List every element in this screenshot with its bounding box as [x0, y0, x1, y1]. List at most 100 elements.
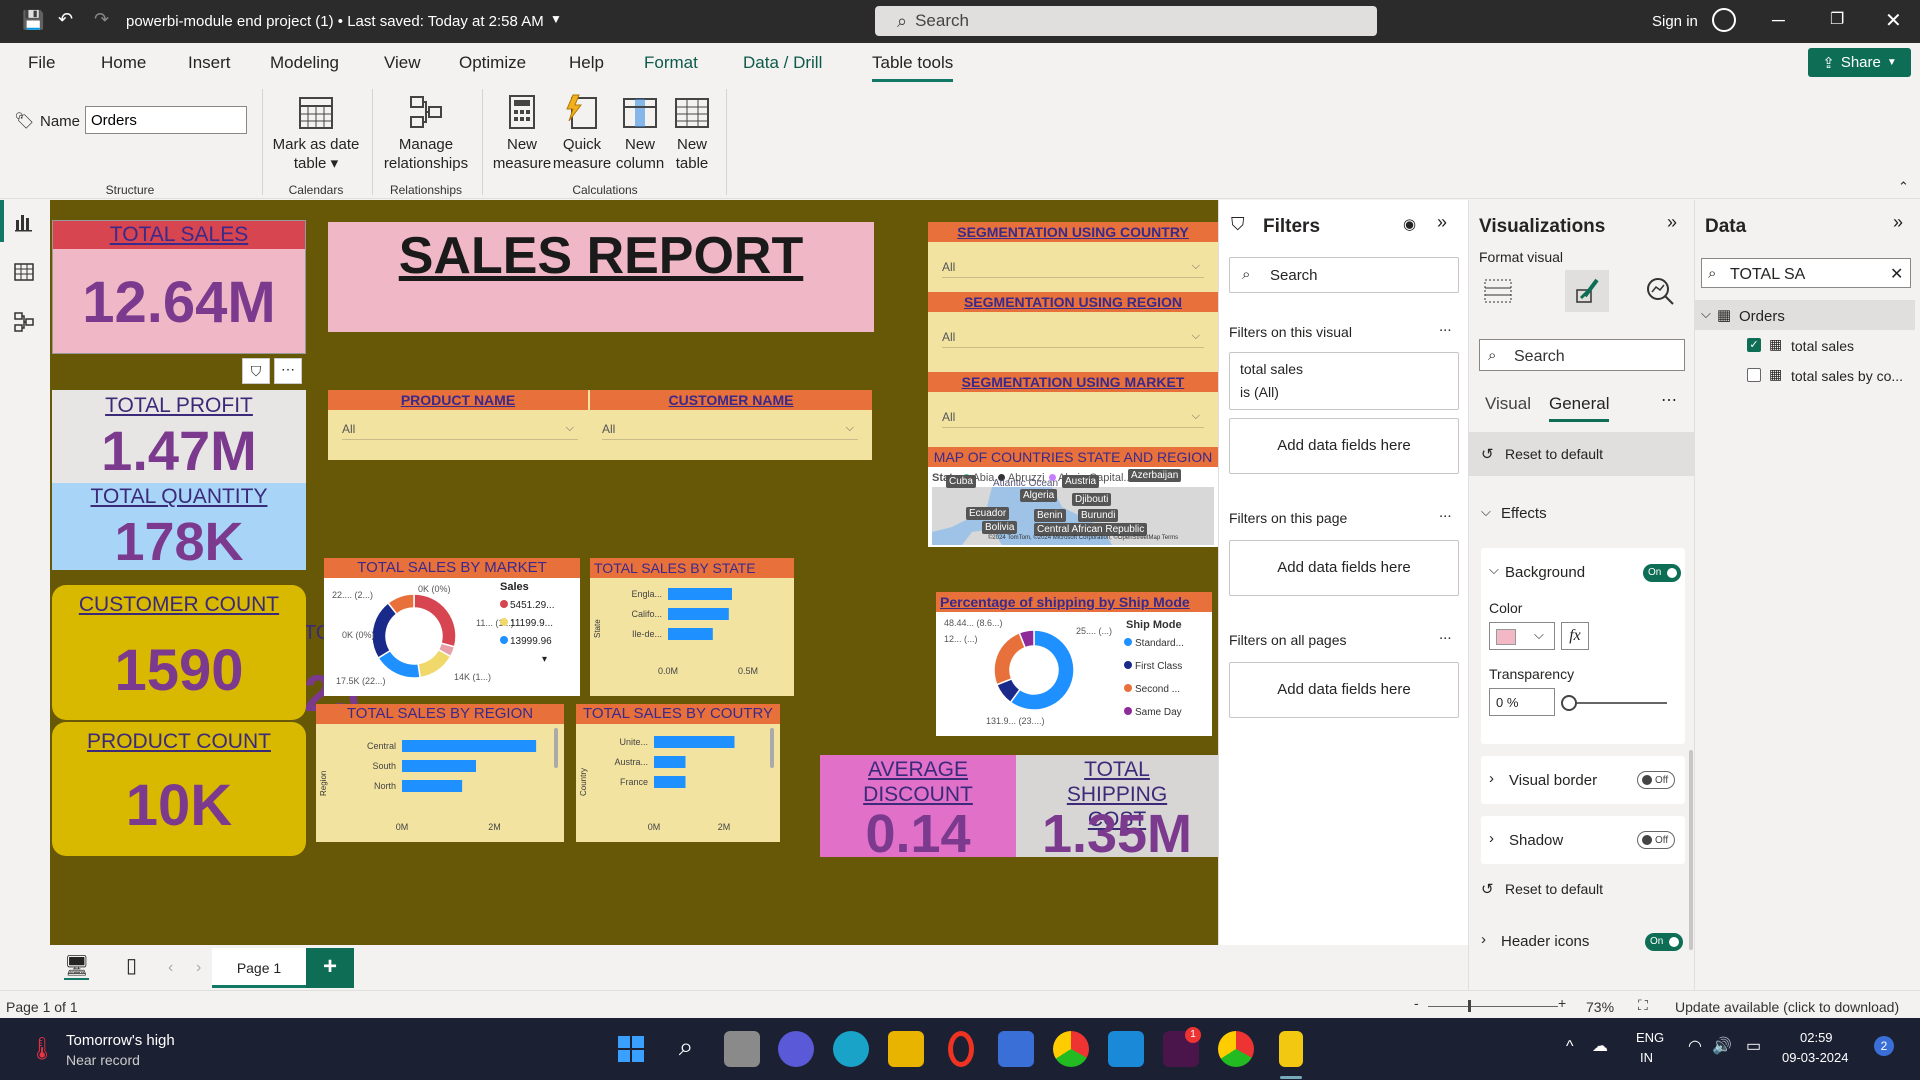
sales-by-market-visual[interactable]: TOTAL SALES BY MARKET 0K (0%) 22.... (2..… [324, 558, 580, 696]
more-options-icon[interactable]: ... [1439, 504, 1452, 521]
collapse-pane-icon[interactable]: » [1667, 212, 1677, 233]
menu-format[interactable]: Format [644, 53, 698, 73]
total-quantity-card[interactable]: TOTAL QUANTITY 178K [52, 483, 306, 572]
shipping-cost-card[interactable]: TOTAL SHIPPING COST 1.35M [1016, 755, 1218, 864]
customer-name-dropdown[interactable]: All ⌵ [602, 422, 858, 440]
map-place-label[interactable]: Burundi [1078, 509, 1119, 522]
language-line1[interactable]: ENG [1636, 1030, 1664, 1045]
tab-general[interactable]: General [1549, 394, 1610, 422]
reset-to-default-link[interactable]: Reset to default [1505, 446, 1603, 462]
add-data-fields-page[interactable]: Add data fields here [1229, 540, 1459, 596]
format-visual-tab[interactable] [1565, 270, 1609, 312]
map-place-label[interactable]: Bolivia [982, 521, 1018, 534]
menu-table-tools[interactable]: Table tools [872, 53, 954, 82]
viz-search-input[interactable]: ⌕ Search [1479, 339, 1685, 371]
zoom-level[interactable]: 73% [1586, 999, 1614, 1015]
average-discount-card[interactable]: AVERAGE DISCOUNT 0.14 [820, 755, 1016, 864]
zoom-out-icon[interactable]: - [1414, 995, 1419, 1011]
color-picker[interactable]: ⌵ [1489, 622, 1555, 650]
effects-section[interactable]: Effects [1501, 505, 1547, 522]
menu-home[interactable]: Home [101, 53, 146, 73]
minimize-icon[interactable]: ─ [1772, 10, 1785, 31]
field-total-sales-by-country[interactable]: total sales by co... [1791, 368, 1903, 384]
data-search-input[interactable]: ⌕ TOTAL SA ✕ [1701, 258, 1911, 288]
market-dropdown[interactable]: All ⌵ [942, 410, 1204, 428]
notifications-badge[interactable]: 2 [1874, 1036, 1894, 1056]
total-sales-card[interactable]: TOTAL SALES 12.64M [52, 220, 306, 354]
mobile-layout-icon[interactable]: ▯ [126, 953, 137, 978]
eye-icon[interactable]: ◉ [1403, 215, 1416, 233]
menu-modeling[interactable]: Modeling [270, 53, 339, 73]
weather-line1[interactable]: Tomorrow's high [66, 1032, 175, 1049]
map-visual[interactable]: MAP OF COUNTRIES STATE AND REGION State … [928, 447, 1218, 547]
quick-measure-button[interactable]: Quick measure [552, 93, 612, 173]
collapse-pane-icon[interactable]: » [1437, 212, 1447, 233]
slack-icon[interactable]: 1 [1163, 1027, 1201, 1067]
search-input[interactable]: ⌕ Search [875, 6, 1377, 36]
field-checkbox-checked[interactable]: ✓ [1747, 338, 1761, 352]
menu-view[interactable]: View [384, 53, 421, 73]
country-bar-chart[interactable]: Country Unite... Austra... France 0M 2M [576, 724, 780, 842]
build-visual-icon[interactable] [1483, 276, 1513, 306]
collapse-pane-icon[interactable]: » [1893, 212, 1903, 233]
wifi-icon[interactable]: ◠ [1688, 1036, 1702, 1056]
task-view-icon[interactable] [724, 1031, 760, 1067]
sign-in-link[interactable]: Sign in [1652, 13, 1698, 30]
filter-card-total-sales[interactable]: total sales is (All) [1229, 352, 1459, 410]
sales-by-state-visual[interactable]: TOTAL SALES BY STATE State Engla... Califo… [590, 558, 794, 696]
state-bar-chart[interactable]: State Engla... Califo... Ile-de... 0.0M 0.5M [590, 578, 794, 696]
field-checkbox[interactable] [1747, 368, 1761, 382]
map-place-label[interactable]: Austria [1062, 475, 1100, 488]
visual-border-card[interactable]: › Visual border Off [1481, 756, 1685, 804]
clear-icon[interactable]: ✕ [1890, 264, 1903, 284]
menu-file[interactable]: File [28, 53, 55, 73]
transparency-slider-track[interactable] [1567, 702, 1667, 704]
prev-page-icon[interactable]: ‹ [168, 959, 173, 977]
chevron-down-icon[interactable]: ⌵ [1489, 562, 1499, 578]
shadow-card[interactable]: › Shadow Off [1481, 816, 1685, 864]
opera-icon[interactable] [948, 1031, 974, 1067]
volume-icon[interactable]: 🔊 [1712, 1036, 1732, 1056]
scrollbar[interactable] [1689, 750, 1693, 950]
map-place-label[interactable]: Djibouti [1072, 493, 1112, 506]
redo-icon[interactable]: ↷ [94, 9, 109, 30]
chevron-up-icon[interactable]: ^ [1566, 1038, 1574, 1056]
document-title[interactable]: powerbi-module end project (1) • Last sa… [126, 13, 544, 30]
menu-data-drill[interactable]: Data / Drill [743, 53, 822, 73]
collapse-ribbon-icon[interactable]: ⌃ [1898, 179, 1909, 195]
menu-help[interactable]: Help [569, 53, 604, 73]
add-page-button[interactable]: + [306, 948, 354, 988]
analytics-icon[interactable] [1645, 276, 1675, 306]
file-explorer-icon[interactable] [888, 1031, 924, 1067]
sales-by-country-visual[interactable]: TOTAL SALES BY COUTRY Country Unite... Aus… [576, 704, 780, 842]
header-icons-toggle[interactable]: On [1645, 933, 1683, 951]
chevron-down-icon[interactable]: ▼ [550, 12, 562, 26]
header-icons-section[interactable]: Header icons [1501, 933, 1589, 950]
avatar-icon[interactable] [1712, 8, 1736, 32]
map-place-label[interactable]: Azerbaijan [1128, 469, 1182, 482]
total-profit-card[interactable]: TOTAL PROFIT 1.47M [52, 390, 306, 483]
tab-page-1[interactable]: Page 1 [212, 948, 306, 988]
desktop-layout-icon[interactable]: 🖥 [64, 953, 90, 980]
visual-border-toggle[interactable]: Off [1637, 771, 1675, 789]
ship-donut-chart[interactable]: 48.44... (8.6...) 12... (...) 25.... (...)… [936, 612, 1212, 736]
tray-icon[interactable]: ☁ [1592, 1036, 1608, 1056]
country-dropdown[interactable]: All ⌵ [942, 260, 1204, 278]
more-options-icon[interactable]: ⋯ [1661, 390, 1677, 410]
save-icon[interactable]: 💾 [22, 10, 44, 31]
fx-button[interactable]: fx [1561, 622, 1589, 650]
add-data-fields-all[interactable]: Add data fields here [1229, 662, 1459, 718]
edge-icon[interactable] [833, 1031, 869, 1067]
chrome-icon[interactable] [1053, 1031, 1089, 1067]
map-place-label[interactable]: Cuba [946, 475, 976, 488]
more-options-icon[interactable]: ... [1439, 626, 1452, 643]
transparency-slider-thumb[interactable] [1561, 695, 1577, 711]
start-icon[interactable] [613, 1031, 649, 1067]
photos-icon[interactable] [1108, 1031, 1144, 1067]
mark-as-date-table-button[interactable]: Mark as date table ▾ [270, 93, 362, 173]
chrome-profile-icon[interactable] [1218, 1031, 1254, 1067]
zoom-slider[interactable] [1428, 1006, 1558, 1007]
share-button[interactable]: ⇪ Share ▼ [1808, 48, 1911, 77]
new-table-button[interactable]: New table [668, 93, 716, 173]
clock-time[interactable]: 02:59 [1800, 1030, 1833, 1045]
